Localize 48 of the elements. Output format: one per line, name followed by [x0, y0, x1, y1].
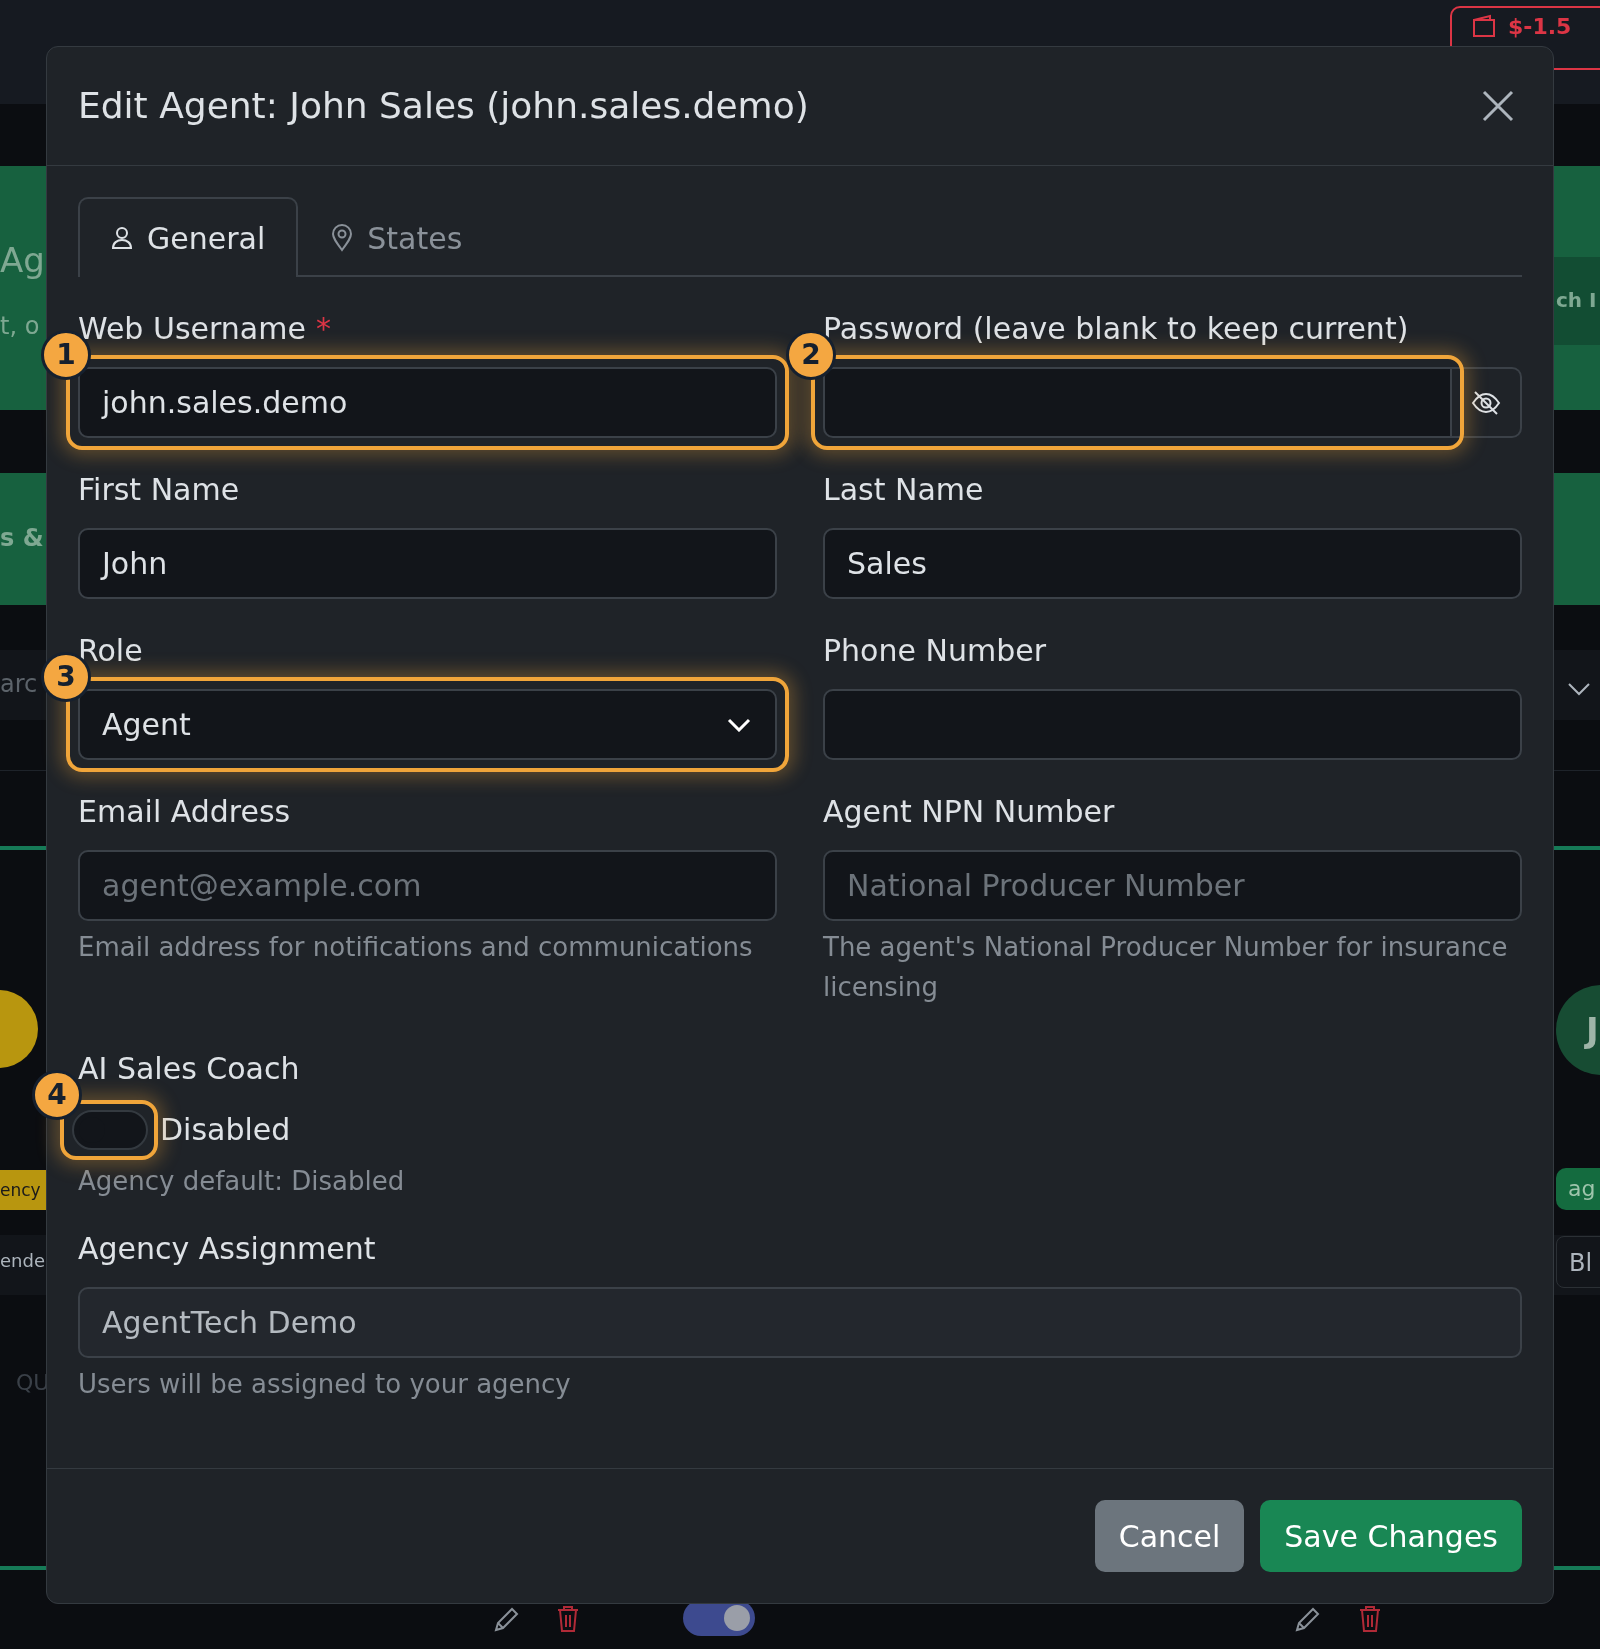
input-field[interactable]: Sales [823, 528, 1522, 599]
dialog-title: Edit Agent: John Sales (john.sales.demo) [78, 84, 809, 128]
background-text: Ag [0, 240, 45, 280]
tab[interactable]: States [298, 197, 496, 277]
show-password-button[interactable] [1452, 367, 1522, 438]
eye-slash-icon [1471, 389, 1501, 416]
pencil-icon[interactable] [1293, 1606, 1321, 1634]
background-text: ch I [1556, 288, 1597, 312]
input-field[interactable] [823, 367, 1452, 438]
toggle-switch[interactable] [72, 1110, 148, 1150]
field-label: Agent NPN Number [823, 793, 1115, 831]
map-pin-icon [331, 224, 354, 252]
field-label: Phone Number [823, 632, 1046, 670]
input-field[interactable]: National Producer Number [823, 850, 1522, 921]
field-label: First Name [78, 471, 240, 509]
background-text: J [1556, 985, 1600, 1075]
field-label: Email Address [78, 793, 291, 831]
person-icon [111, 226, 133, 250]
input-field[interactable]: agent@example.com [78, 850, 777, 921]
help-text: Users will be assigned to your agency [78, 1368, 572, 1401]
input-field[interactable] [823, 689, 1522, 760]
required-mark: * [315, 310, 331, 348]
field-label: Last Name [823, 471, 984, 509]
help-text: The agent's National Producer Number for insurance licensing [823, 931, 1509, 1004]
background-text: Bl [1556, 1236, 1600, 1288]
input-field[interactable]: John [78, 528, 777, 599]
field-label: Agency Assignment [78, 1230, 377, 1268]
trash-icon[interactable] [1358, 1605, 1382, 1633]
background-text: ag [1556, 1168, 1600, 1210]
help-text: Agency default: Disabled [78, 1165, 406, 1198]
chevron-down-icon [727, 717, 751, 732]
background-text: s & [0, 524, 44, 552]
background-text: ende [0, 1250, 45, 1271]
tab[interactable]: General [78, 197, 299, 277]
help-text: Email address for notifications and communications [78, 931, 754, 964]
cancel-button[interactable]: Cancel [1094, 1500, 1245, 1572]
background-text: t, o [0, 312, 40, 340]
close-icon[interactable] [1481, 89, 1515, 123]
chevron-down-icon [1567, 682, 1591, 696]
background-text: arc [0, 670, 38, 698]
trash-icon[interactable] [556, 1605, 580, 1633]
save-button[interactable]: Save Changes [1260, 1500, 1522, 1572]
input-field[interactable]: john.sales.demo [78, 367, 777, 438]
toggle-label: Disabled [160, 1111, 291, 1149]
wallet-icon [1472, 14, 1498, 38]
pencil-icon[interactable] [492, 1606, 520, 1634]
role-select[interactable]: Agent [78, 689, 777, 760]
background-text: ency [0, 1170, 46, 1210]
